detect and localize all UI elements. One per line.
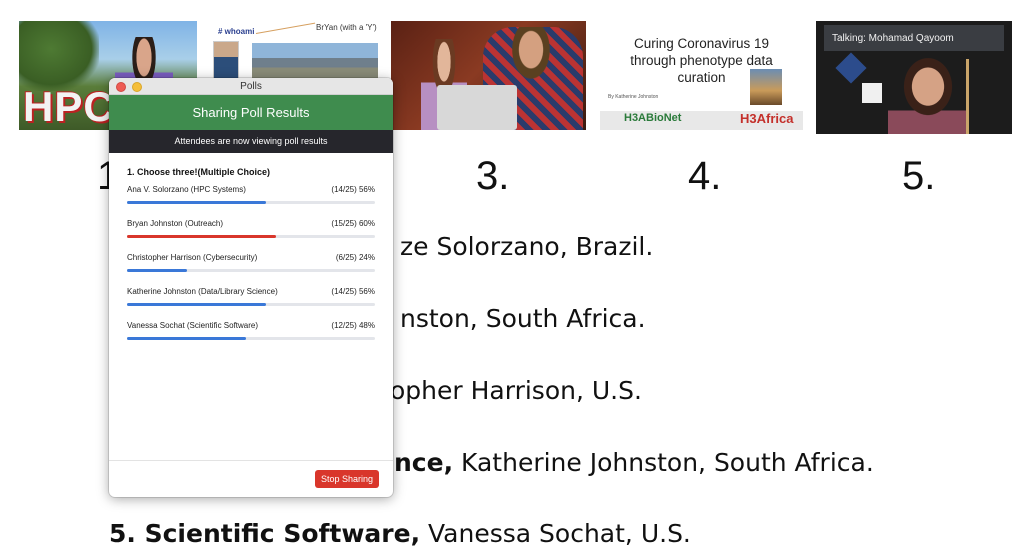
slide-line-1: ze Solorzano, Brazil. (400, 232, 653, 261)
poll-option: Christopher Harrison (Cybersecurity) (6/2… (127, 253, 375, 287)
slide-line-text: ze Solorzano, Brazil. (400, 232, 654, 261)
poll-question: 1. Choose three!(Multiple Choice) (127, 167, 271, 177)
poll-option: Bryan Johnston (Outreach) (15/25) 60% (127, 219, 375, 253)
minimize-window-icon[interactable] (132, 82, 142, 92)
tree-image (19, 21, 99, 91)
poll-option-label: Katherine Johnston (Data/Library Science… (127, 287, 278, 296)
poll-option-result: (14/25) 56% (331, 185, 375, 194)
result-bar-track (127, 269, 375, 272)
lamp-image (966, 59, 969, 134)
footer-divider (109, 460, 393, 461)
h3abionet-logo: H3ABioNet (624, 112, 682, 124)
result-bar-fill (127, 269, 187, 272)
poll-option: Ana V. Solorzano (HPC Systems) (14/25) 56… (127, 185, 375, 219)
window-title: Polls (240, 81, 262, 92)
result-bar-fill (127, 201, 266, 204)
window-titlebar[interactable]: Polls (109, 78, 393, 95)
slide-line-text: Katherine Johnston, South Africa. (453, 448, 874, 477)
poll-results: 1. Choose three!(Multiple Choice) Ana V.… (109, 153, 393, 355)
talk-byline: By Katherine Johnston (608, 94, 659, 100)
result-bar-fill (127, 337, 247, 340)
bryan-note: BrYan (with a 'Y') (316, 23, 377, 32)
annotation-arrow (255, 22, 316, 34)
poll-options-list: Ana V. Solorzano (HPC Systems) (14/25) 56… (127, 185, 375, 355)
poll-option-result: (14/25) 56% (331, 287, 375, 296)
result-bar-fill (127, 303, 266, 306)
slide-line-text: opher Harrison, U.S. (390, 376, 642, 405)
result-bar-track (127, 235, 375, 238)
slide-number-5: 5. (902, 154, 936, 198)
h3africa-logo: H3Africa (740, 111, 794, 126)
slide-line-3: opher Harrison, U.S. (390, 376, 642, 405)
close-window-icon[interactable] (116, 82, 126, 92)
slide-line-2: nston, South Africa. (400, 304, 646, 333)
slide-line-bold: 5. Scientific Software, (109, 519, 421, 548)
hpc-text: HPC (23, 83, 115, 130)
speaker-thumbnail-5: Talking: Mohamad Qayoom (816, 21, 1012, 134)
speaker-thumbnail-2: # whoami BrYan (with a 'Y') (210, 21, 378, 81)
poll-status-banner: Attendees are now viewing poll results (109, 130, 393, 153)
talking-indicator: Talking: Mohamad Qayoom (824, 25, 1004, 51)
result-bar-track (127, 337, 375, 340)
result-bar-track (127, 201, 375, 204)
poll-option: Katherine Johnston (Data/Library Science… (127, 287, 375, 321)
poll-header: Sharing Poll Results (109, 95, 393, 130)
speaker-video (888, 55, 968, 134)
speaker-thumbnail-4: Curing Coronavirus 19 through phenotype … (600, 21, 803, 130)
slide-line-5: 5. Scientific Software, Vanessa Sochat, … (109, 519, 691, 548)
slide-line-text: nston, South Africa. (400, 304, 646, 333)
slide-number-3: 3. (476, 154, 510, 198)
whoami-text: # whoami (218, 27, 255, 36)
slide-number-4: 4. (688, 154, 722, 198)
slide-line-bold: nce, (394, 448, 454, 477)
poll-option-label: Christopher Harrison (Cybersecurity) (127, 253, 258, 262)
speaker-thumbnail-3 (391, 21, 586, 130)
mountain-image (252, 43, 378, 81)
badge-icon (835, 52, 867, 84)
picture-icon (862, 83, 882, 103)
result-bar-fill (127, 235, 276, 238)
laptop-image (437, 85, 517, 130)
poll-option-result: (15/25) 60% (331, 219, 375, 228)
slide-line-text: Vanessa Sochat, U.S. (420, 519, 691, 548)
poll-option-label: Vanessa Sochat (Scientific Software) (127, 321, 259, 330)
slide-line-4: nce, Katherine Johnston, South Africa. (394, 448, 874, 477)
speaker-photo (213, 41, 239, 81)
poll-option-result: (6/25) 24% (335, 253, 375, 262)
poll-option: Vanessa Sochat (Scientific Software) (12/… (127, 321, 375, 355)
speaker-photo (750, 69, 782, 105)
polls-window: Polls Sharing Poll Results Attendees are… (109, 78, 393, 497)
stop-sharing-button[interactable]: Stop Sharing (314, 470, 379, 488)
poll-option-label: Bryan Johnston (Outreach) (127, 219, 224, 228)
poll-option-label: Ana V. Solorzano (HPC Systems) (127, 185, 246, 194)
result-bar-track (127, 303, 375, 306)
poll-option-result: (12/25) 48% (331, 321, 375, 330)
